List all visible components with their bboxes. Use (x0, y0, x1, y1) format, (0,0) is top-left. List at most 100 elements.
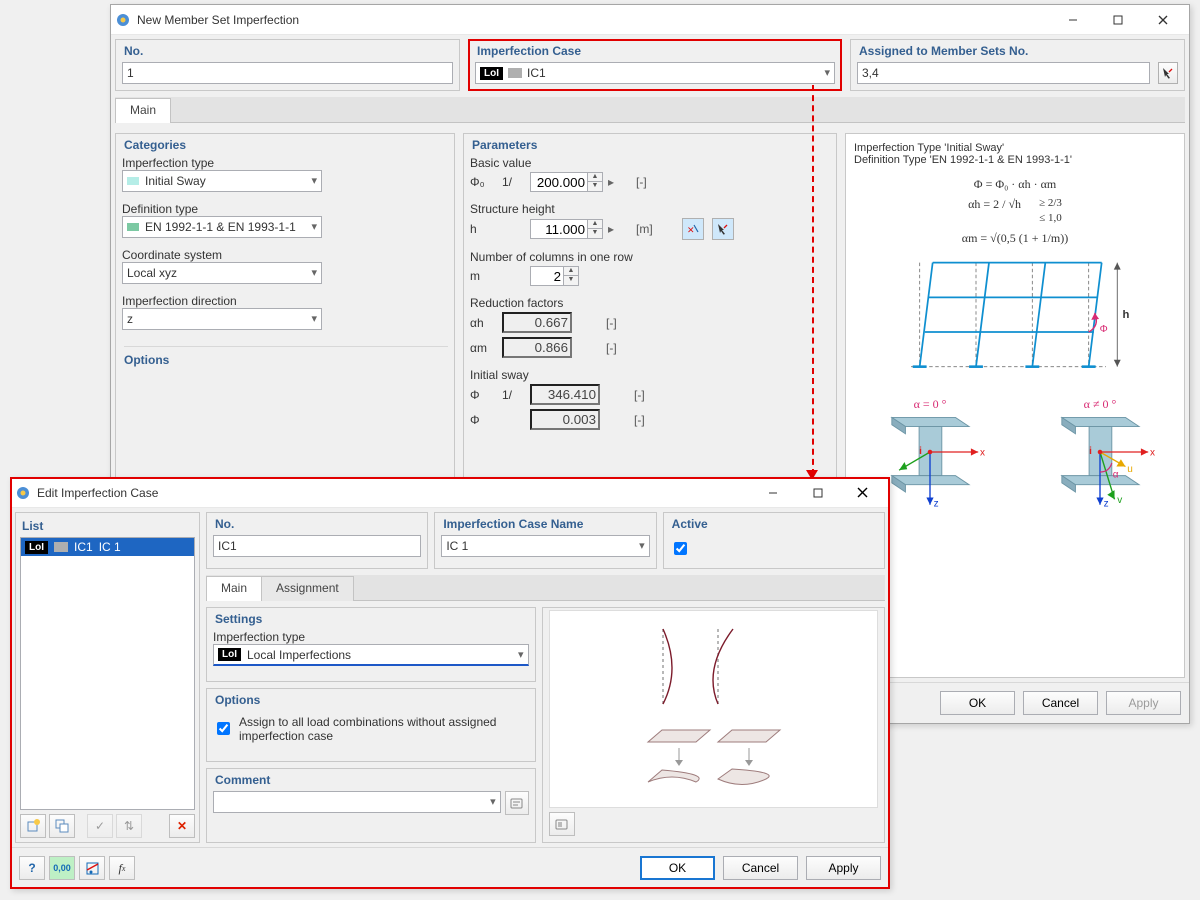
help-icon[interactable]: ? (19, 856, 45, 880)
ah-symbol: αh (470, 316, 498, 330)
svg-text:Φ: Φ (1100, 324, 1108, 335)
minimize-button[interactable] (750, 478, 795, 507)
assign-all-checkbox[interactable] (217, 722, 230, 735)
h-input[interactable] (530, 219, 588, 239)
tab-assignment[interactable]: Assignment (261, 576, 354, 601)
dir-label: Imperfection direction (122, 294, 448, 308)
pick-height-icon[interactable]: ✕ (682, 218, 704, 240)
cancel-button[interactable]: Cancel (1023, 691, 1098, 715)
right-desc-2: Definition Type 'EN 1992-1-1 & EN 1993-1… (854, 154, 1176, 166)
phi0-spinner[interactable]: ▲▼ (530, 172, 604, 192)
spin-up-icon[interactable]: ▲ (588, 220, 602, 229)
chevron-down-icon: ▾ (311, 174, 317, 187)
one-over: 1/ (502, 175, 526, 189)
assigned-input[interactable] (857, 62, 1150, 84)
deftype-combo[interactable]: EN 1992-1-1 & EN 1993-1-1 ▾ (122, 216, 322, 238)
formula-am: αm = √(0,5 (1 + 1/m)) (854, 230, 1176, 246)
no-value (213, 535, 421, 557)
m-input[interactable] (530, 266, 564, 286)
reduction-factors-label: Reduction factors (470, 296, 830, 310)
h-symbol: h (470, 222, 498, 236)
list-item-name: IC 1 (99, 540, 121, 554)
arrow-right-icon[interactable]: ▸ (608, 175, 632, 189)
svg-text:u: u (1127, 464, 1133, 475)
impcase-combo[interactable]: LoI IC1 ▾ (475, 62, 835, 84)
active-header: Active (672, 517, 878, 531)
clear-height-icon[interactable] (712, 218, 734, 240)
active-checkbox[interactable] (674, 542, 687, 555)
name-header: Imperfection Case Name (443, 517, 649, 531)
ah-unit: [-] (606, 316, 634, 330)
close-button[interactable] (840, 478, 885, 507)
phi0-input[interactable] (530, 172, 588, 192)
delete-item-icon[interactable]: ✕ (169, 814, 195, 838)
arrow-right-icon[interactable]: ▸ (608, 222, 632, 236)
phi0-unit: [-] (636, 175, 656, 189)
maximize-button[interactable] (795, 478, 840, 507)
tab-main[interactable]: Main (206, 576, 262, 601)
coord-value: Local xyz (127, 266, 177, 280)
apply-button[interactable]: Apply (1106, 691, 1181, 715)
close-button[interactable] (1140, 5, 1185, 34)
comment-header: Comment (215, 773, 529, 787)
new-item-icon[interactable] (20, 814, 46, 838)
chevron-down-icon: ▾ (311, 266, 317, 279)
app-icon (115, 12, 131, 28)
chevron-down-icon: ▾ (490, 795, 496, 808)
graphics-icon[interactable] (79, 856, 105, 880)
phi0-symbol: Φ₀ (470, 175, 498, 189)
minimize-button[interactable] (1050, 5, 1095, 34)
imptype-combo[interactable]: LoI Local Imperfections ▾ (213, 644, 529, 666)
deftype-value: EN 1992-1-1 & EN 1993-1-1 (145, 220, 296, 234)
no-input[interactable] (122, 62, 453, 84)
sort-icon[interactable]: ⇅ (116, 814, 142, 838)
coord-combo[interactable]: Local xyz ▾ (122, 262, 322, 284)
dir-combo[interactable]: z ▾ (122, 308, 322, 330)
tab-main[interactable]: Main (115, 98, 171, 123)
cancel-button[interactable]: Cancel (723, 856, 798, 880)
spin-down-icon[interactable]: ▼ (588, 182, 602, 191)
units-icon[interactable]: 0,00 (49, 856, 75, 880)
comment-edit-icon[interactable] (505, 791, 529, 815)
titlebar[interactable]: Edit Imperfection Case (11, 478, 889, 508)
categories-header: Categories (124, 138, 448, 152)
list-item-code: IC1 (74, 540, 93, 554)
phi-symbol2: Φ (470, 413, 498, 427)
illustration-settings-icon[interactable] (549, 812, 575, 836)
alpha-nz-label: α ≠ 0 ° (1024, 397, 1176, 412)
no-header: No. (215, 517, 421, 531)
h-unit: [m] (636, 222, 656, 236)
alpha-zero-label: α = 0 ° (854, 397, 1006, 412)
titlebar[interactable]: New Member Set Imperfection (111, 5, 1189, 35)
name-combo[interactable]: IC 1 ▾ (441, 535, 649, 557)
imperfection-list[interactable]: LoI IC1 IC 1 (20, 537, 195, 810)
comment-combo[interactable]: ▾ (213, 791, 501, 813)
spin-up-icon[interactable]: ▲ (588, 173, 602, 182)
assign-all-label: Assign to all load combinations without … (239, 715, 529, 743)
check-icon[interactable]: ✓ (87, 814, 113, 838)
initial-sway-label: Initial sway (470, 368, 830, 382)
svg-text:z: z (1104, 499, 1109, 510)
coord-label: Coordinate system (122, 248, 448, 262)
copy-item-icon[interactable] (49, 814, 75, 838)
window-title: Edit Imperfection Case (37, 486, 750, 500)
ok-button[interactable]: OK (640, 856, 715, 880)
pick-members-icon[interactable] (1158, 62, 1178, 84)
svg-text:i: i (919, 446, 922, 457)
numcols-label: Number of columns in one row (470, 250, 830, 264)
spin-up-icon[interactable]: ▲ (564, 267, 578, 276)
maximize-button[interactable] (1095, 5, 1140, 34)
tabstrip: Main Assignment (206, 575, 885, 601)
imptype-combo[interactable]: Initial Sway ▾ (122, 170, 322, 192)
h-spinner[interactable]: ▲▼ (530, 219, 604, 239)
function-icon[interactable]: fx (109, 856, 135, 880)
spin-down-icon[interactable]: ▼ (564, 276, 578, 285)
list-item[interactable]: LoI IC1 IC 1 (21, 538, 194, 556)
ok-button[interactable]: OK (940, 691, 1015, 715)
m-spinner[interactable]: ▲▼ (530, 266, 580, 286)
svg-text:✕: ✕ (687, 225, 695, 235)
chevron-down-icon: ▾ (518, 648, 524, 661)
list-header: List (22, 519, 195, 533)
apply-button[interactable]: Apply (806, 856, 881, 880)
spin-down-icon[interactable]: ▼ (588, 229, 602, 238)
